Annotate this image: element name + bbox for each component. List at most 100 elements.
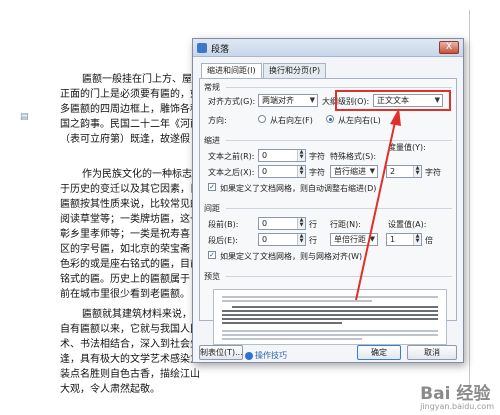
spinner-icon[interactable]: ▲ ▼: [297, 150, 305, 161]
spinner-icon[interactable]: ▲ ▼: [297, 234, 305, 245]
tab-indent-spacing[interactable]: 缩进和间距(I): [201, 63, 262, 79]
chevron-down-icon: ▼: [369, 235, 375, 243]
section-general: 常规: [204, 83, 220, 92]
doc-line: 逢，具有极大的文学艺术感染力，一般有品位、典雅精美，同时又是中国建筑: [60, 354, 200, 365]
tab-line-page-breaks[interactable]: 换行和分页(P): [263, 63, 327, 78]
setting-unit: 倍: [425, 236, 433, 245]
special-format-value: 首行缩进: [334, 167, 366, 176]
doc-line: 术、书法相结合，深入到社会生活的各个层面，人们在观赏中得到熏陶。匾额: [60, 339, 200, 350]
tips-icon: [245, 352, 253, 360]
preview-line: [222, 322, 342, 324]
rtl-radio[interactable]: [258, 115, 266, 123]
doc-line: 大观，令人肃然起敬。: [60, 384, 160, 395]
preview-line: [222, 318, 438, 320]
indent-before-unit: 字符: [309, 152, 325, 161]
setting-input[interactable]: 1 ▲ ▼: [386, 233, 422, 246]
preview-line: [222, 330, 438, 332]
preview-line: [222, 314, 438, 316]
section-indent: 缩进: [204, 136, 220, 145]
direction-label: 方向:: [208, 116, 227, 125]
indent-before-value: 0: [262, 151, 268, 160]
indent-after-input[interactable]: 0 ▲ ▼: [258, 165, 306, 178]
indent-before-label: 文本之前(R):: [208, 152, 255, 161]
cancel-button[interactable]: 取消: [407, 345, 457, 360]
line-spacing-select[interactable]: 单倍行距 ▼: [330, 233, 378, 246]
snap-to-grid-checkbox[interactable]: ✓: [208, 251, 216, 259]
tab-panel: 常规 对齐方式(G): 两端对齐 ▼ 大纲级别(O): 正文文本 ▼ 方向: 从…: [199, 78, 457, 321]
spinner-icon[interactable]: ▲ ▼: [297, 218, 305, 229]
watermark: Bai 经验 jingyan.baidu.com: [420, 379, 494, 411]
paragraph-preview: [213, 289, 447, 345]
watermark-text: Bai 经验: [420, 384, 491, 404]
preview-line: [222, 296, 438, 298]
doc-line: （表可立府第）既逢，故遂假: [60, 134, 190, 145]
doc-line: 匾额按其性质来说，比较常见的: [60, 199, 200, 210]
measure-input[interactable]: 2 ▲ ▼: [386, 165, 422, 178]
auto-adjust-checkbox[interactable]: ✓: [208, 183, 216, 191]
measure-label: 度量值(Y):: [388, 143, 426, 152]
space-before-label: 段前(B):: [208, 220, 239, 229]
divider: [226, 276, 452, 277]
space-before-input[interactable]: 0 ▲ ▼: [258, 217, 306, 230]
doc-line: 自有匾额以来，它就与我国人民的社会生活密切相关。匾额是中国独特的民俗: [60, 324, 200, 335]
page-border: [469, 10, 470, 390]
close-button[interactable]: X: [439, 41, 459, 54]
space-after-label: 段后(E):: [208, 236, 238, 245]
setting-value: 1: [390, 235, 396, 244]
preview-line: [222, 334, 438, 336]
annotation-highlight-box: [335, 90, 451, 111]
section-spacing: 间距: [204, 204, 220, 213]
doc-line: 彰乡里孝师等；一类是祝寿喜: [60, 229, 190, 240]
preview-line: [222, 338, 362, 340]
measure-value: 2: [390, 167, 396, 176]
doc-line: 国之韵事。民国二十二年《河南: [60, 119, 200, 130]
tab-stops-button[interactable]: 制表位(T)...: [199, 345, 243, 360]
line-spacing-label: 行距(N):: [330, 220, 361, 229]
divider: [226, 208, 452, 209]
tips-link[interactable]: 操作技巧: [255, 350, 287, 361]
app-icon: [197, 43, 207, 53]
doc-line: 阅读草堂等；一类牌坊匾，这一: [60, 214, 200, 225]
auto-adjust-label: 如果定义了文档网格，则自动调整右缩进(D): [220, 184, 377, 193]
doc-line: 区的字号匾，如北京的荣宝斋: [60, 244, 190, 255]
space-before-value: 0: [262, 219, 268, 228]
doc-line: 色彩的或是座右铭式的匾，目前: [60, 259, 200, 270]
alignment-label: 对齐方式(G):: [208, 97, 256, 106]
doc-line: 前在城市里很少看到老匾额。: [60, 289, 190, 300]
spinner-icon[interactable]: ▲ ▼: [413, 166, 421, 177]
ltr-label: 从左向右(L): [338, 116, 381, 125]
chevron-down-icon: ▼: [369, 167, 375, 175]
ltr-radio[interactable]: [326, 115, 334, 123]
indent-after-unit: 字符: [309, 168, 325, 177]
paragraph-dialog: 段落 X 缩进和间距(I) 换行和分页(P) 常规 对齐方式(G): 两端对齐 …: [192, 38, 464, 363]
alignment-value: 两端对齐: [262, 96, 294, 105]
snap-to-grid-label: 如果定义了文档网格，则与网格对齐(W): [220, 252, 363, 261]
rtl-label: 从右向左(F): [270, 116, 313, 125]
preview-line: [222, 310, 438, 312]
dialog-title: 段落: [211, 45, 230, 55]
space-after-unit: 行: [309, 236, 317, 245]
watermark-sub: jingyan.baidu.com: [420, 402, 494, 411]
special-format-select[interactable]: 首行缩进 ▼: [330, 165, 378, 178]
space-after-input[interactable]: 0 ▲ ▼: [258, 233, 306, 246]
preview-line: [232, 306, 438, 308]
doc-line: 装点名胜则自色古香，描绘江山则雄伟壮观，装饰商店则生意兴隆，传播文化: [60, 369, 200, 380]
doc-line: 于历史的变迁以及其它因素，目: [60, 184, 200, 195]
indent-before-input[interactable]: 0 ▲ ▼: [258, 149, 306, 162]
line-spacing-value: 单倍行距: [334, 235, 366, 244]
space-after-value: 0: [262, 235, 268, 244]
section-preview: 预览: [204, 272, 220, 281]
space-before-unit: 行: [309, 220, 317, 229]
chevron-down-icon: ▼: [309, 96, 315, 104]
doc-line: 多匾额的四周边框上，雕饰各种: [60, 104, 200, 115]
spinner-icon[interactable]: ▲ ▼: [413, 234, 421, 245]
divider: [226, 87, 452, 88]
indent-after-label: 文本之后(X):: [208, 168, 255, 177]
indent-after-value: 0: [262, 167, 268, 176]
spinner-icon[interactable]: ▲ ▼: [297, 166, 305, 177]
paragraph-marker-icon: ▤: [20, 112, 29, 122]
alignment-select[interactable]: 两端对齐 ▼: [258, 94, 318, 107]
dialog-titlebar[interactable]: 段落 X: [193, 39, 463, 57]
ok-button[interactable]: 确定: [357, 345, 401, 360]
divider: [226, 140, 452, 141]
